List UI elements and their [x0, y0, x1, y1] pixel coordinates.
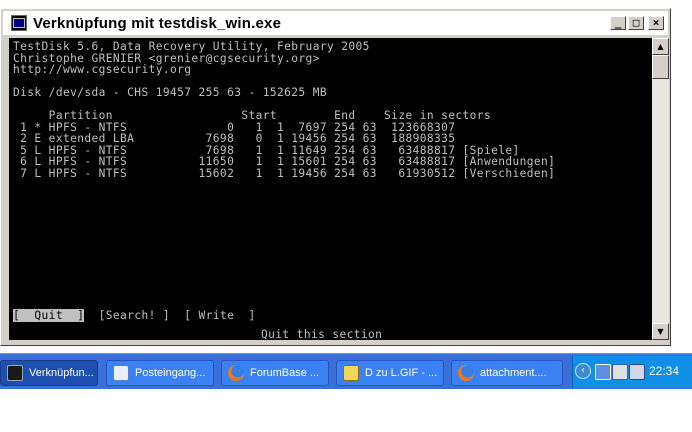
status-line: Quit this section	[261, 328, 383, 340]
system-tray: ‹ 22:34	[572, 356, 692, 388]
search-menu-button[interactable]: [Search! ]	[99, 309, 170, 322]
console-app-icon	[11, 15, 27, 31]
console-icon	[7, 365, 23, 381]
scroll-up-arrow-icon[interactable]: ▲	[652, 38, 669, 55]
taskbar-item-label: D zu L.GIF - ...	[365, 367, 438, 379]
printer-icon[interactable]	[612, 364, 628, 380]
maximize-button[interactable]: □	[628, 16, 644, 30]
taskbar-item-label: ForumBase ...	[250, 367, 320, 379]
taskbar-item-label: Posteingang...	[135, 367, 206, 379]
taskbar-item-attachment[interactable]: attachment....	[451, 360, 563, 386]
taskbar-item-forumbase[interactable]: ForumBase ...	[221, 360, 329, 386]
network-icon[interactable]	[595, 364, 611, 380]
console-menu: [ Quit ] [Search! ] [ Write ]	[13, 304, 256, 323]
minimize-button[interactable]: _	[610, 16, 626, 30]
scroll-thumb[interactable]	[652, 55, 669, 79]
quit-menu-button[interactable]: [ Quit ]	[13, 309, 85, 322]
console-output[interactable]: TestDisk 5.6, Data Recovery Utility, Feb…	[9, 38, 652, 340]
title-bar[interactable]: Verknüpfung mit testdisk_win.exe _ □ ×	[3, 11, 668, 35]
write-menu-button[interactable]: [ Write ]	[184, 309, 255, 322]
mail-icon	[113, 365, 129, 381]
taskbar-item-console[interactable]: Verknüpfun...	[0, 360, 98, 386]
scroll-down-arrow-icon[interactable]: ▼	[652, 323, 669, 340]
firefox-icon	[228, 365, 244, 381]
image-viewer-icon	[343, 365, 359, 381]
taskbar-item-label: Verknüpfun...	[29, 367, 94, 379]
taskbar: Verknüpfun... Posteingang... ForumBase .…	[0, 353, 692, 389]
volume-icon[interactable]	[629, 364, 645, 380]
close-button[interactable]: ×	[648, 16, 664, 30]
header-line: http://www.cgsecurity.org	[13, 63, 192, 76]
partition-row[interactable]: 2 E extended LBA 7698 0 1 19456 254 63 1…	[13, 133, 555, 145]
partition-row[interactable]: 7 L HPFS - NTFS 15602 1 1 19456 254 63 6…	[13, 167, 555, 180]
caption-buttons: _ □ ×	[610, 16, 664, 30]
vertical-scrollbar[interactable]: ▲ ▼	[652, 38, 669, 340]
taskbar-item-image[interactable]: D zu L.GIF - ...	[336, 360, 444, 386]
console-window: Verknüpfung mit testdisk_win.exe _ □ × T…	[0, 8, 671, 346]
taskbar-item-mail[interactable]: Posteingang...	[106, 360, 214, 386]
show-hidden-icons-icon[interactable]: ‹	[575, 363, 591, 379]
taskbar-item-label: attachment....	[480, 367, 547, 379]
disk-info-line: Disk /dev/sda - CHS 19457 255 63 - 15262…	[13, 86, 327, 99]
partition-table-header: Partition Start End Size in sectors	[13, 109, 492, 122]
partition-row[interactable]: 6 L HPFS - NTFS 11650 1 1 15601 254 63 6…	[13, 156, 555, 168]
firefox-icon	[458, 365, 474, 381]
header-line: TestDisk 5.6, Data Recovery Utility, Feb…	[13, 40, 370, 53]
clock[interactable]: 22:34	[649, 364, 679, 378]
window-title: Verknüpfung mit testdisk_win.exe	[33, 14, 282, 32]
